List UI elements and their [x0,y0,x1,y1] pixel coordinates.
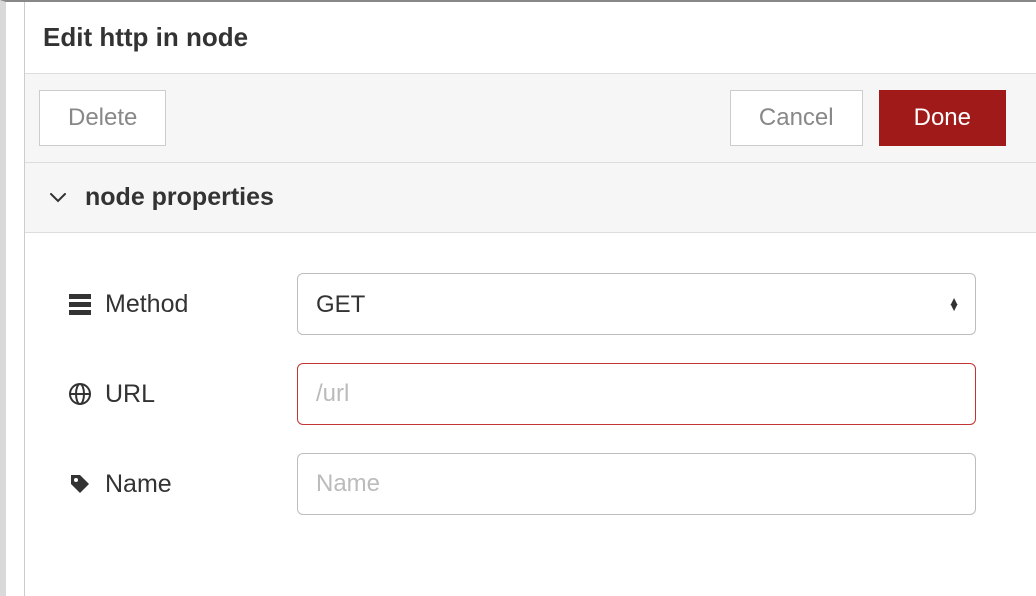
action-bar: Delete Cancel Done [25,74,1036,163]
url-row: URL [65,363,976,425]
method-label-text: Method [105,290,188,319]
dialog-panel: Edit http in node Delete Cancel Done nod… [24,2,1036,596]
section-title: node properties [85,183,274,212]
globe-icon [65,382,95,406]
section-header[interactable]: node properties [25,163,1036,233]
name-label: Name [65,470,297,499]
name-label-text: Name [105,470,172,499]
chevron-down-icon [49,189,67,207]
method-select-wrap: GET ▲▼ [297,273,976,335]
tag-icon [65,472,95,496]
method-select[interactable]: GET [297,273,976,335]
name-row: Name [65,453,976,515]
dialog-title: Edit http in node [43,22,1036,53]
cancel-button[interactable]: Cancel [730,90,863,146]
properties-body: Method GET ▲▼ URL [25,233,1036,583]
dialog-frame: Edit http in node Delete Cancel Done nod… [0,0,1036,596]
url-input[interactable] [297,363,976,425]
name-input[interactable] [297,453,976,515]
url-label: URL [65,380,297,409]
done-button[interactable]: Done [879,90,1006,146]
delete-button[interactable]: Delete [39,90,166,146]
method-label: Method [65,290,297,319]
bars-icon [65,292,95,316]
url-label-text: URL [105,380,155,409]
dialog-header: Edit http in node [25,2,1036,74]
method-row: Method GET ▲▼ [65,273,976,335]
